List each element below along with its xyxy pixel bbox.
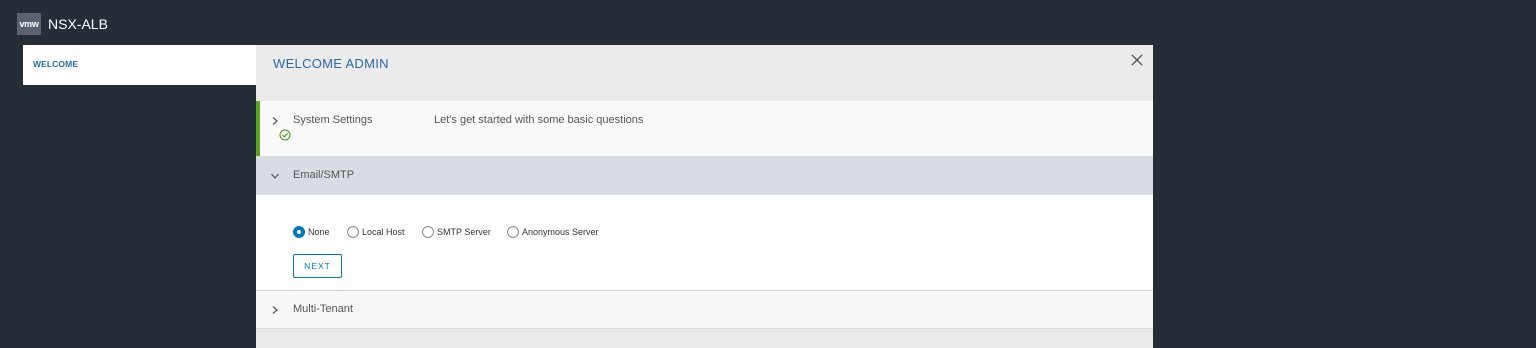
sidebar-panel: WELCOME xyxy=(23,45,257,85)
section-label-system-settings: System Settings xyxy=(293,114,373,126)
check-circle-icon xyxy=(279,129,291,141)
vmw-logo: vmw xyxy=(17,13,41,35)
completed-accent-bar xyxy=(256,101,260,156)
radio-button[interactable] xyxy=(507,226,519,238)
radio-button[interactable] xyxy=(422,226,434,238)
email-smtp-body: None Local Host SMTP Server Anonymous Se… xyxy=(256,195,1153,291)
sidebar-item-welcome[interactable]: WELCOME xyxy=(33,59,78,69)
section-label-email-smtp: Email/SMTP xyxy=(293,169,355,181)
section-system-settings[interactable]: System Settings Let's get started with s… xyxy=(256,101,1153,157)
modal-header: WELCOME ADMIN xyxy=(256,45,1153,101)
section-email-smtp[interactable]: Email/SMTP xyxy=(256,157,1153,195)
modal-title: WELCOME ADMIN xyxy=(273,56,389,71)
close-icon[interactable] xyxy=(1130,53,1144,67)
next-button[interactable]: NEXT xyxy=(293,254,342,278)
chevron-right-icon[interactable] xyxy=(270,116,280,126)
radio-button-selected[interactable] xyxy=(293,226,305,238)
radio-label-smtp-server: SMTP Server xyxy=(437,227,491,237)
radio-label-local-host: Local Host xyxy=(362,227,405,237)
radio-label-anonymous-server: Anonymous Server xyxy=(522,227,599,237)
chevron-down-icon[interactable] xyxy=(270,171,280,181)
section-multi-tenant[interactable]: Multi-Tenant xyxy=(256,291,1153,329)
app-header: vmw NSX-ALB xyxy=(0,0,1536,46)
app-title: NSX-ALB xyxy=(48,16,108,32)
radio-label-none: None xyxy=(308,227,330,237)
section-description: Let's get started with some basic questi… xyxy=(434,114,644,126)
section-label-multi-tenant: Multi-Tenant xyxy=(293,303,353,315)
welcome-modal: WELCOME ADMIN System Settings Let's get … xyxy=(256,45,1153,348)
radio-button[interactable] xyxy=(347,226,359,238)
chevron-right-icon[interactable] xyxy=(270,305,280,315)
